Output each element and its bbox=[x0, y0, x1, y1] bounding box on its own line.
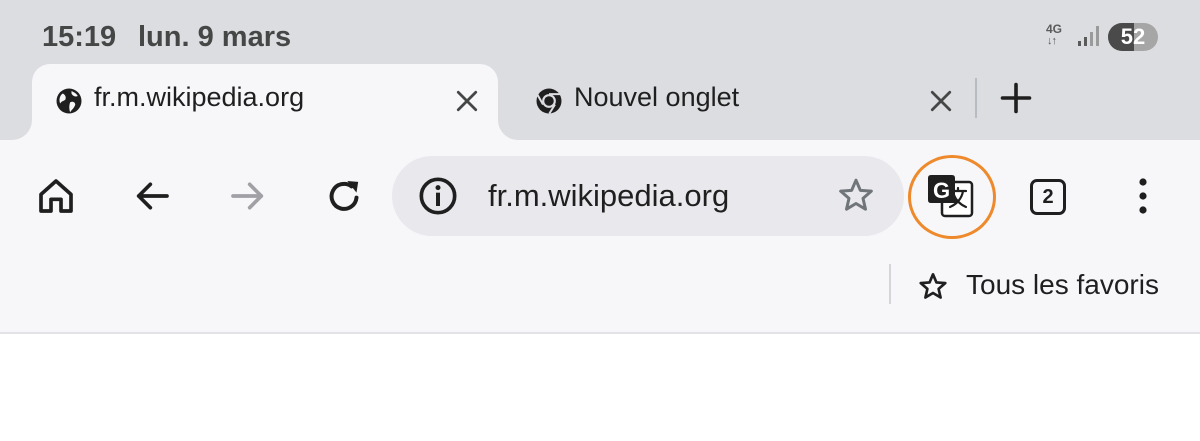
address-bar[interactable]: fr.m.wikipedia.org bbox=[392, 156, 904, 236]
network-type: 4G bbox=[1046, 22, 1063, 36]
back-arrow-icon[interactable] bbox=[132, 176, 172, 216]
close-tab-icon[interactable] bbox=[452, 86, 482, 116]
status-date: lun. 9 mars bbox=[138, 21, 292, 53]
status-bar: 15:19 lun. 9 mars 4G ↓↑ 52 bbox=[0, 0, 1200, 64]
home-icon[interactable] bbox=[36, 176, 76, 216]
tab-label: fr.m.wikipedia.org bbox=[94, 82, 305, 112]
tab-wikipedia[interactable]: fr.m.wikipedia.org bbox=[32, 64, 498, 140]
all-bookmarks-button[interactable]: Tous les favoris bbox=[966, 269, 1159, 301]
site-info-icon[interactable] bbox=[418, 176, 458, 216]
svg-text:G: G bbox=[933, 178, 950, 203]
chrome-icon bbox=[536, 88, 562, 115]
reload-icon[interactable] bbox=[324, 176, 364, 216]
network-indicator: 4G ↓↑ bbox=[1046, 22, 1072, 50]
close-tab-icon[interactable] bbox=[926, 86, 956, 116]
bookmarks-separator bbox=[889, 264, 891, 304]
forward-arrow-icon[interactable] bbox=[228, 176, 268, 216]
status-time: 15:19 bbox=[42, 21, 117, 53]
tab-curve-left bbox=[12, 120, 32, 140]
globe-icon bbox=[56, 88, 82, 114]
signal-strength-icon bbox=[1078, 26, 1099, 46]
google-translate-icon[interactable]: G bbox=[928, 174, 974, 218]
browser-top: 15:19 lun. 9 mars 4G ↓↑ 52 fr.m.wikipedi… bbox=[0, 0, 1200, 140]
battery-percent: 52 bbox=[1120, 24, 1146, 49]
star-icon[interactable] bbox=[917, 271, 949, 303]
page-content bbox=[0, 334, 1200, 441]
network-arrows: ↓↑ bbox=[1047, 35, 1057, 47]
bookmark-star-icon[interactable] bbox=[836, 176, 876, 216]
tab-switcher-icon[interactable]: 2 bbox=[1030, 179, 1066, 215]
battery-indicator: 52 bbox=[1108, 23, 1158, 51]
tab-new-tab[interactable]: Nouvel onglet bbox=[512, 64, 968, 140]
bookmarks-bar: Tous les favoris bbox=[0, 250, 1200, 332]
tab-label: Nouvel onglet bbox=[574, 82, 740, 112]
address-bar-url[interactable]: fr.m.wikipedia.org bbox=[488, 178, 729, 214]
toolbar: fr.m.wikipedia.org G 2 bbox=[0, 140, 1200, 250]
more-menu-icon[interactable] bbox=[1130, 176, 1156, 216]
new-tab-plus-icon[interactable] bbox=[998, 80, 1034, 116]
tab-strip-separator bbox=[975, 78, 977, 118]
